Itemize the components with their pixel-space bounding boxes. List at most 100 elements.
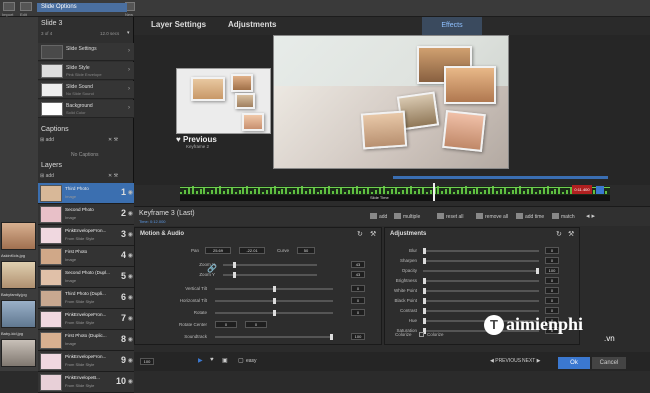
pan-x-field[interactable]: 25.69 — [205, 247, 231, 254]
tools-icon[interactable]: ⚒ — [370, 230, 376, 238]
adjustment-value-field[interactable]: 0 — [545, 297, 559, 304]
visibility-icon[interactable]: ◉ — [128, 189, 133, 196]
previous-keyframe-preview[interactable] — [176, 68, 271, 134]
ok-button[interactable]: Ok — [558, 357, 590, 369]
layer-item[interactable]: Second Photo (Dupl... Image 5 ◉ — [38, 267, 134, 288]
pan-y-field[interactable]: -22.01 — [239, 247, 265, 254]
slider-knob[interactable] — [423, 278, 426, 284]
rotate-center-x-field[interactable]: 0 — [215, 321, 237, 328]
layer-item[interactable]: PinkEnvelopeFron... From Slide Style 7 ◉ — [38, 309, 134, 330]
host-thumb[interactable] — [1, 300, 36, 328]
slide-settings-item[interactable]: Slide Settings › — [38, 43, 134, 61]
host-thumb[interactable] — [1, 261, 36, 289]
zoom-field[interactable]: 100 — [140, 358, 154, 365]
reset-icon[interactable]: ↻ — [357, 230, 363, 238]
pointer-icon[interactable]: ▶ — [198, 357, 203, 364]
vertical-tilt-field[interactable]: 0 — [351, 285, 365, 292]
slider-knob[interactable] — [233, 262, 236, 268]
slider-knob[interactable] — [423, 308, 426, 314]
previous-slide-button[interactable]: ◀ PREVIOUS — [490, 358, 521, 364]
multiple-button[interactable]: multiple — [403, 214, 420, 220]
remove-all-button[interactable]: remove all — [485, 214, 508, 220]
slider-knob[interactable] — [273, 286, 276, 292]
horizontal-tilt-slider[interactable] — [215, 298, 333, 304]
visibility-icon[interactable]: ◉ — [128, 210, 133, 217]
add-keyframe-icon[interactable] — [370, 213, 377, 219]
visibility-icon[interactable]: ◉ — [128, 315, 133, 322]
rotate-field[interactable]: 0 — [351, 309, 365, 316]
reset-all-button[interactable]: reset all — [446, 214, 464, 220]
rotate-slider[interactable] — [215, 310, 333, 316]
visibility-icon[interactable]: ◉ — [128, 294, 133, 301]
match-icon[interactable] — [552, 213, 559, 219]
remove-all-icon[interactable] — [476, 213, 483, 219]
vertical-tilt-slider[interactable] — [215, 286, 333, 292]
layer-item[interactable]: Second Photo Image 2 ◉ — [38, 204, 134, 225]
tab-effects[interactable]: Effects — [422, 17, 482, 35]
visibility-icon[interactable]: ◉ — [128, 378, 133, 385]
soundtrack-field[interactable]: 100 — [351, 333, 365, 340]
adjustment-value-field[interactable]: 100 — [545, 267, 559, 274]
easy-checkbox[interactable]: ▢ — [238, 357, 244, 364]
layer-item[interactable]: Third Photo Image 1 ◉ — [38, 183, 134, 204]
visibility-icon[interactable]: ◉ — [128, 273, 133, 280]
edit-icon[interactable] — [20, 2, 32, 11]
match-button[interactable]: match — [561, 214, 575, 220]
adjustment-slider[interactable] — [423, 248, 539, 254]
layers-tools[interactable]: ✕ ⚒ — [108, 173, 118, 179]
visibility-icon[interactable]: ◉ — [128, 252, 133, 259]
layer-item[interactable]: First Photo (Duplic... Image 8 ◉ — [38, 330, 134, 351]
rotate-center-y-field[interactable]: 0 — [245, 321, 267, 328]
adjustment-slider[interactable] — [423, 268, 539, 274]
zoom-y-field[interactable]: 43 — [351, 271, 365, 278]
slider-knob[interactable] — [423, 318, 426, 324]
layer-item[interactable]: PinkEnvelopeFron... From Slide Style 9 ◉ — [38, 351, 134, 372]
adjustment-value-field[interactable]: 0 — [545, 277, 559, 284]
adjustment-value-field[interactable]: 0 — [545, 247, 559, 254]
next-slide-button[interactable]: NEXT ▶ — [522, 358, 540, 364]
visibility-icon[interactable]: ◉ — [128, 336, 133, 343]
adjustment-slider[interactable] — [423, 278, 539, 284]
reset-icon[interactable]: ↻ — [556, 230, 562, 238]
tools-icon[interactable]: ⚒ — [568, 230, 574, 238]
adjustment-slider[interactable] — [423, 258, 539, 264]
timeline-cursor[interactable] — [433, 183, 435, 201]
slider-knob[interactable] — [330, 334, 333, 340]
zoom-x-slider[interactable] — [223, 262, 317, 268]
adjustment-value-field[interactable]: 0 — [545, 287, 559, 294]
host-thumb[interactable] — [1, 339, 36, 367]
soundtrack-slider[interactable] — [215, 334, 333, 340]
tab-adjustments[interactable]: Adjustments — [228, 20, 276, 29]
slide-style-item[interactable]: Slide Style Pink Slide Envelope › — [38, 62, 134, 80]
layer-item[interactable]: PinkEnvelopeFron... From Slide Style 3 ◉ — [38, 225, 134, 246]
layers-add-button[interactable]: ⊞ add — [40, 173, 54, 179]
slider-knob[interactable] — [423, 288, 426, 294]
timeline[interactable]: Slide Time 0:11.400 — [180, 176, 610, 203]
captions-tools[interactable]: ✕ ⚒ — [108, 137, 118, 143]
slider-knob[interactable] — [273, 310, 276, 316]
import-icon[interactable] — [3, 2, 15, 11]
tab-layer-settings[interactable]: Layer Settings — [151, 20, 206, 29]
slider-knob[interactable] — [423, 248, 426, 254]
slide-sound-item[interactable]: Slide Sound No Slide Sound › — [38, 81, 134, 99]
add-keyframe-button[interactable]: add — [379, 214, 387, 220]
background-item[interactable]: Background Solid Color › — [38, 100, 134, 118]
horizontal-tilt-field[interactable]: 0 — [351, 297, 365, 304]
view-icon[interactable]: ▣ — [222, 357, 228, 364]
visibility-icon[interactable]: ◉ — [128, 231, 133, 238]
current-keyframe-preview[interactable] — [273, 35, 509, 169]
slider-knob[interactable] — [423, 258, 426, 264]
host-thumb[interactable] — [1, 222, 36, 250]
layer-item[interactable]: First Photo Image 4 ◉ — [38, 246, 134, 267]
slider-knob[interactable] — [423, 298, 426, 304]
favorite-icon[interactable]: ♥ — [210, 357, 214, 363]
end-marker-icon[interactable] — [596, 186, 604, 194]
add-time-icon[interactable] — [516, 213, 523, 219]
adjustment-value-field[interactable]: 0 — [545, 257, 559, 264]
adjustment-slider[interactable] — [423, 288, 539, 294]
slider-knob[interactable] — [233, 272, 236, 278]
zoom-y-slider[interactable] — [223, 272, 317, 278]
reset-all-icon[interactable] — [437, 213, 444, 219]
layer-item[interactable]: PinkEnvelopeB... From Slide Style 10 ◉ — [38, 372, 134, 393]
cancel-button[interactable]: Cancel — [592, 357, 626, 369]
